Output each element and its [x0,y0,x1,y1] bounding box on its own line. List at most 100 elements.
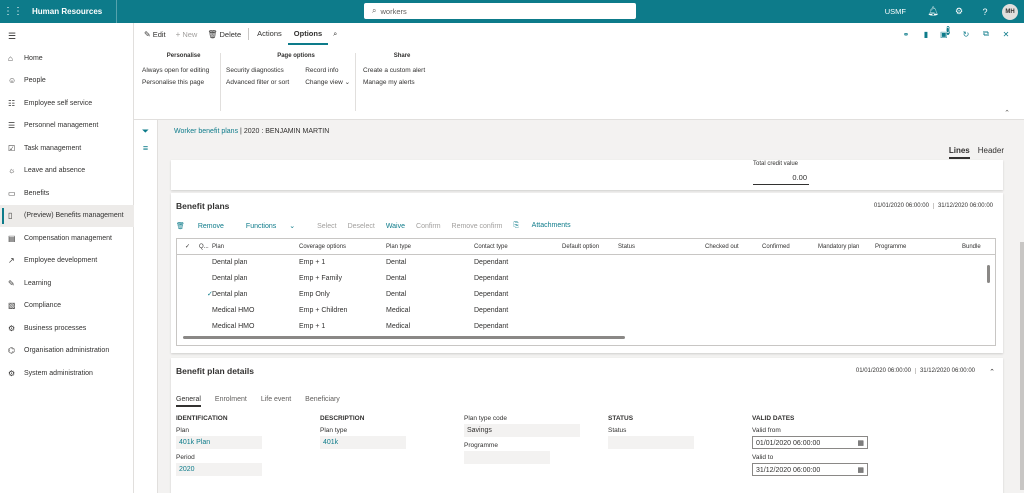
security-diagnostics-button[interactable]: Security diagnostics [226,65,289,77]
sidebar-item-label: System administration [24,369,93,377]
status-field[interactable] [608,436,694,449]
manage-alerts-button[interactable]: Manage my alerts [363,77,425,89]
delete-button[interactable]: 🗑︎ Delete [202,23,246,45]
column-header[interactable]: Programme [875,239,906,255]
sidebar-item[interactable]: ☼ Leave and absence [0,160,134,183]
sidebar-item[interactable]: ▯ (Preview) Benefits management [0,204,134,227]
column-header[interactable]: Plan type [386,239,411,255]
breadcrumb-link[interactable]: Worker benefit plans [174,128,238,135]
plan-type-field[interactable]: 401k [320,436,406,449]
sidebar-item[interactable]: ☺ People [0,70,134,93]
valid-from-field[interactable]: 01/01/2020 06:00:00 ▦ [752,436,868,449]
column-header[interactable]: Q... [199,239,209,255]
sidebar-item[interactable]: ▭ Benefits [0,182,134,205]
search-icon: ⌕ [333,29,338,38]
link-icon[interactable]: ⚭ [896,30,916,39]
page-scrollbar[interactable] [1020,242,1024,490]
gear-icon[interactable]: ⚙ [946,6,972,17]
functions-button[interactable]: Functions ⌄ [246,222,306,230]
remove-button[interactable]: 🗑︎ Remove [176,222,235,230]
change-view-button[interactable]: Change view ⌄ [305,77,350,89]
deselect-button[interactable]: Deselect [348,223,375,230]
always-open-editing-button[interactable]: Always open for editing [142,65,209,77]
chevron-up-icon[interactable]: ⌃ [989,368,995,376]
sidebar-item[interactable]: ▤ Compensation management [0,227,134,250]
confirm-button[interactable]: Confirm [416,223,441,230]
refresh-icon[interactable]: ↻ [956,30,976,39]
action-search-button[interactable]: ⌕ [328,23,342,45]
calendar-icon[interactable]: ▦ [857,437,864,450]
create-alert-button[interactable]: Create a custom alert [363,65,425,77]
calendar-icon[interactable]: ▦ [857,464,864,477]
column-header[interactable]: Mandatory plan [818,239,859,255]
column-header[interactable]: Plan [212,239,224,255]
tab-enrolment[interactable]: Enrolment [215,396,247,407]
advanced-filter-button[interactable]: Advanced filter or sort [226,77,289,89]
select-all-checkbox[interactable]: ✓ [185,239,190,255]
column-header[interactable]: Default option [562,239,599,255]
column-header[interactable]: Status [618,239,635,255]
valid-to-field[interactable]: 31/12/2020 06:00:00 ▦ [752,463,868,476]
column-header[interactable]: Coverage options [299,239,346,255]
tab-header[interactable]: Header [978,146,1004,159]
sidebar-item[interactable]: ☰ Personnel management [0,115,134,138]
remove-confirm-button[interactable]: Remove confirm [452,223,503,230]
notifications-icon[interactable]: ▣0 [936,25,956,39]
bell-icon[interactable]: 🔔︎ [920,6,946,17]
tab-actions[interactable]: Actions [251,23,288,45]
chevron-up-icon[interactable]: ⌃ [1004,109,1010,117]
office-icon[interactable]: ▮ [916,30,936,39]
table-row[interactable]: Dental plan Emp + Family Dental Dependant [177,271,995,287]
sidebar-item[interactable]: ⌬ Organisation administration [0,340,134,363]
company-picker[interactable]: USMF [885,7,906,16]
tab-options[interactable]: Options [287,23,329,45]
column-header[interactable]: Contact type [474,239,508,255]
column-header[interactable]: Checked out [705,239,739,255]
section-title[interactable]: Benefit plan details [176,366,254,376]
close-icon[interactable]: ✕ [996,30,1016,39]
sidebar-item[interactable]: ⚙ Business processes [0,317,134,340]
vertical-scrollbar[interactable] [987,265,990,283]
sidebar-item[interactable]: ☑ Task management [0,137,134,160]
period-field[interactable]: 2020 [176,463,262,476]
sidebar-item[interactable]: ⌂ Home [0,47,134,70]
programme-field[interactable] [464,451,550,464]
plan-field[interactable]: 401k Plan [176,436,262,449]
table-row[interactable]: Medical HMO Emp + 1 Medical Dependant [177,319,995,335]
list-icon[interactable]: ≡ [134,143,157,153]
new-button[interactable]: + New [171,23,203,45]
popout-icon[interactable]: ⧉ [976,29,996,39]
tab-lines[interactable]: Lines [948,146,970,159]
plan-type-label: Plan type [320,427,348,434]
section-title[interactable]: Benefit plans [176,201,229,211]
tab-general[interactable]: General [176,396,201,407]
date-from: 01/01/2020 06:00:00 [855,368,911,374]
table-row[interactable]: ✓ Dental plan Emp Only Dental Dependant [177,287,995,303]
tab-life-event[interactable]: Life event [261,396,291,407]
table-row[interactable]: Medical HMO Emp + Children Medical Dependan… [177,303,995,319]
column-header[interactable]: Confirmed [762,239,790,255]
sidebar-item[interactable]: ↗ Employee development [0,250,134,273]
search-input[interactable]: ⌕ workers [364,3,636,19]
tab-beneficiary[interactable]: Beneficiary [305,396,340,407]
help-icon[interactable]: ? [972,7,998,17]
sidebar-item[interactable]: ▧ Compliance [0,295,134,318]
app-title[interactable]: Human Resources [26,0,118,23]
personalise-page-button[interactable]: Personalise this page [142,77,209,89]
sidebar-item[interactable]: ⚙ System administration [0,362,134,385]
sidebar-item[interactable]: ✎ Learning [0,272,134,295]
horizontal-scrollbar[interactable] [183,336,625,339]
table-row[interactable]: Dental plan Emp + 1 Dental Dependant [177,255,995,271]
filter-icon[interactable]: ⏷ [134,126,157,137]
column-header[interactable]: Bundle [962,239,981,255]
app-launcher-icon[interactable]: ⋮⋮ [0,0,26,23]
waive-button[interactable]: Waive [386,223,405,230]
edit-button[interactable]: ✎ Edit [139,23,171,45]
avatar[interactable]: MH [1002,3,1018,20]
hamburger-icon[interactable]: ☰ [8,31,16,42]
record-info-button[interactable]: Record info [305,65,350,77]
attachments-button[interactable]: ⎘ Attachments [514,222,582,230]
sidebar-item[interactable]: ☷ Employee self service [0,92,134,115]
plan-type-code-field[interactable]: Savings [464,424,580,437]
select-button[interactable]: Select [317,223,336,230]
